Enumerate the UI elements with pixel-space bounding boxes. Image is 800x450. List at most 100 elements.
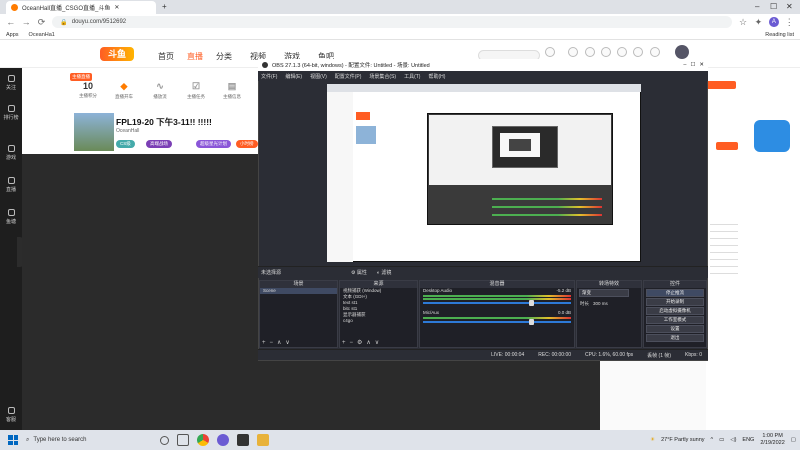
info-box-drive[interactable]: ◆ 直播开车 <box>110 81 138 100</box>
obs-maximize-button[interactable]: ☐ <box>690 62 695 68</box>
info-box-points[interactable]: 10 主播积分 <box>74 81 102 99</box>
bookmark-oceanha1[interactable]: OceanHa1 <box>29 32 55 38</box>
exit-button[interactable]: 退出 <box>646 334 704 342</box>
scene-item[interactable]: Scene <box>260 288 337 294</box>
maximize-button[interactable]: ☐ <box>770 2 777 11</box>
start-recording-button[interactable]: 开始录制 <box>646 298 704 306</box>
tips-icon[interactable] <box>650 47 660 57</box>
back-icon[interactable]: ← <box>6 17 15 27</box>
filters-button[interactable]: ◐ 滤镜 <box>377 269 391 276</box>
scenes-dock: 场景 Scene +−∧∨ <box>259 280 338 348</box>
nav-home[interactable]: 首页 <box>158 51 174 62</box>
chrome-profile-icon[interactable] <box>217 434 229 446</box>
obs-title-text: OBS 27.1.3 (64-bit, windows) - 配置文件: Unt… <box>272 63 430 69</box>
menu-file[interactable]: 文件(F) <box>261 73 277 80</box>
info-box-info[interactable]: ▤ 主播信息 <box>218 81 246 100</box>
reading-list[interactable]: Reading list <box>765 32 794 38</box>
obs-minimize-button[interactable]: – <box>683 62 686 68</box>
follow-icon[interactable] <box>585 47 595 57</box>
windows-start-icon[interactable] <box>8 435 18 445</box>
source-item[interactable]: c4go <box>340 318 417 324</box>
search-icon[interactable] <box>545 47 555 57</box>
notification-icon[interactable]: ▢ <box>791 437 796 443</box>
studio-mode-button[interactable]: 工作室模式 <box>646 316 704 324</box>
preview-browser-tabs <box>327 84 641 92</box>
preview-sidebar <box>327 92 353 262</box>
info-box-task[interactable]: ☑ 主播任务 <box>182 81 210 100</box>
close-window-button[interactable]: ✕ <box>786 2 793 11</box>
minimize-button[interactable]: – <box>755 2 759 11</box>
clock[interactable]: 1:00 PM 2/19/2022 <box>760 433 784 447</box>
reload-icon[interactable]: ⟳ <box>37 17 46 28</box>
sidebar-service[interactable]: 客服 <box>0 407 22 423</box>
streamer-avatar[interactable] <box>74 113 114 151</box>
nav-live[interactable]: 直播 <box>187 51 203 62</box>
gift-badge[interactable] <box>716 142 738 150</box>
sidebar-game[interactable]: 游戏 <box>0 145 22 161</box>
gift-icon[interactable] <box>633 47 643 57</box>
scene-controls[interactable]: +−∧∨ <box>262 339 294 346</box>
stop-streaming-button[interactable]: 停止推流 <box>646 289 704 297</box>
history-icon[interactable] <box>568 47 578 57</box>
sidebar-pond[interactable]: 鱼塘 <box>0 209 22 225</box>
nav-category[interactable]: 分类 <box>216 51 232 62</box>
start-virtual-camera-button[interactable]: 启动虚拟摄像机 <box>646 307 704 315</box>
bookmark-apps[interactable]: Apps <box>6 32 19 38</box>
extensions-icon[interactable]: ✦ <box>754 17 763 28</box>
task-view-icon[interactable] <box>177 434 189 446</box>
new-tab-button[interactable]: + <box>162 2 167 11</box>
obs-logo-icon <box>262 62 268 68</box>
mic-audio-meter <box>423 317 571 319</box>
video-icon[interactable] <box>601 47 611 57</box>
profile-avatar[interactable]: A <box>769 17 779 27</box>
info-box-stream[interactable]: ∿ 播放流 <box>146 81 174 100</box>
weather-text[interactable]: 27°F Partly sunny <box>661 437 704 443</box>
menu-view[interactable]: 视图(V) <box>310 73 327 80</box>
desktop-audio-volume-slider[interactable] <box>423 300 571 306</box>
tag-battlefield[interactable]: 高端战场 <box>146 140 172 148</box>
tab-close-icon[interactable]: ✕ <box>114 4 119 11</box>
user-avatar[interactable] <box>675 45 689 59</box>
menu-scene-collection[interactable]: 场景集合(S) <box>369 73 396 80</box>
taskbar-search[interactable]: ⌕ Type here to search <box>26 433 156 447</box>
tag-hourly-rank[interactable]: 小时榜 <box>236 140 258 148</box>
preview-logo <box>356 112 370 120</box>
source-controls[interactable]: +−⚙∧∨ <box>342 339 383 346</box>
forward-icon[interactable]: → <box>21 17 31 27</box>
mic-audio-volume-slider[interactable] <box>423 319 571 325</box>
menu-help[interactable]: 帮助(H) <box>428 73 445 80</box>
message-icon[interactable] <box>617 47 627 57</box>
menu-profile[interactable]: 配置文件(P) <box>335 73 362 80</box>
sidebar-rank[interactable]: 排行榜 <box>0 105 22 121</box>
star-icon[interactable]: ☆ <box>738 17 747 28</box>
transition-duration[interactable]: 时长 300 ms <box>577 301 641 307</box>
obs-source-toolbar: 未选择源 ⚙ 属性 ◐ 滤镜 <box>258 266 708 278</box>
douyu-logo[interactable]: 斗鱼 <box>100 47 134 61</box>
menu-icon[interactable]: ⋮ <box>785 17 794 28</box>
menu-edit[interactable]: 编辑(E) <box>285 73 302 80</box>
tray-arrow-icon[interactable]: ^ <box>711 437 714 443</box>
streamer-name[interactable]: OceanHall <box>116 128 139 134</box>
volume-icon[interactable]: ◁) <box>730 437 736 443</box>
browser-tab[interactable]: OceanHall直播_CSGO直播_斗鱼 ✕ <box>6 1 156 14</box>
properties-button[interactable]: ⚙ 属性 <box>351 269 367 276</box>
obs-close-button[interactable]: ✕ <box>699 62 704 68</box>
menu-tools[interactable]: 工具(T) <box>404 73 420 80</box>
settings-button[interactable]: 设置 <box>646 325 704 333</box>
cortana-icon[interactable] <box>160 435 169 445</box>
sidebar-follow[interactable]: 关注 <box>0 75 22 91</box>
network-icon[interactable]: ▭ <box>719 437 724 443</box>
file-explorer-icon[interactable] <box>257 434 269 446</box>
desktop-audio-meter-2 <box>423 298 571 300</box>
tag-cs[interactable]: CS级 <box>116 140 135 148</box>
obs-taskbar-icon[interactable] <box>237 434 249 446</box>
url-bar[interactable]: 🔒 douyu.com/9512692 <box>52 16 733 28</box>
transition-type-select[interactable]: 渐变 <box>579 289 629 297</box>
controls-title: 控件 <box>644 281 706 288</box>
chrome-icon[interactable] <box>197 434 209 446</box>
promo-banner-image[interactable] <box>754 120 790 152</box>
tag-starlight[interactable]: 超级星光计划 <box>196 140 231 148</box>
sidebar-live[interactable]: 直播 <box>0 177 22 193</box>
promo-badge[interactable] <box>706 81 736 89</box>
language-indicator[interactable]: ENG <box>742 437 754 443</box>
